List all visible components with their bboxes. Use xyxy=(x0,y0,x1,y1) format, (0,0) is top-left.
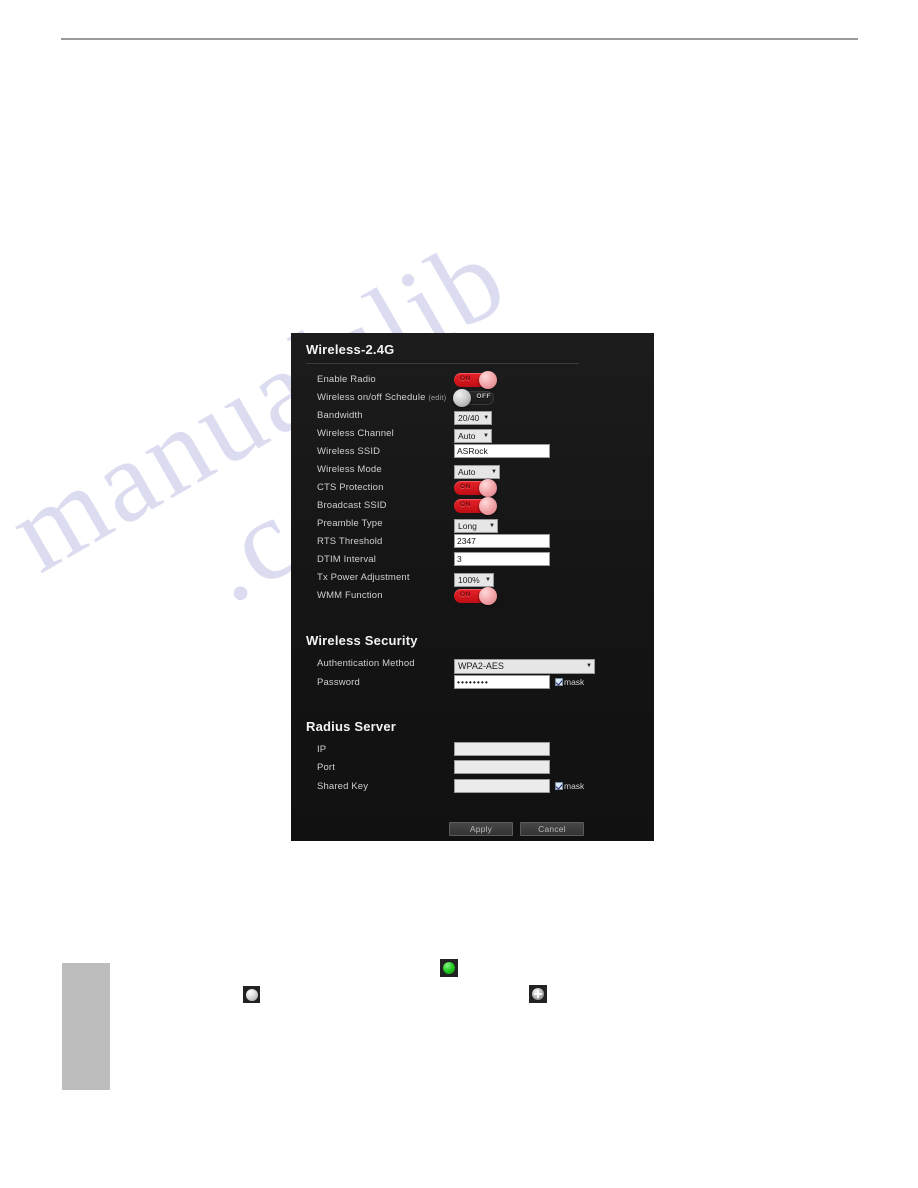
row-radius-port: Port xyxy=(291,760,654,780)
input-radius-port[interactable] xyxy=(454,760,550,774)
select-preamble-type-value: Long xyxy=(458,521,477,531)
password-mask-toggle[interactable]: mask xyxy=(555,677,584,687)
select-bandwidth-value: 20/40 xyxy=(458,413,480,423)
toggle-state-label: ON xyxy=(460,375,471,382)
password-mask-label: mask xyxy=(564,677,585,687)
panel-title: Wireless-2.4G xyxy=(306,342,395,357)
label-broadcast-ssid: Broadcast SSID xyxy=(317,500,387,511)
toggle-wireless-schedule[interactable]: OFF xyxy=(453,389,496,407)
input-rts-threshold[interactable]: 2347 xyxy=(454,534,550,548)
input-wireless-ssid[interactable]: ASRock xyxy=(454,444,550,458)
label-password: Password xyxy=(317,677,360,688)
page-header-rule xyxy=(61,38,858,40)
chevron-down-icon: ▼ xyxy=(586,663,592,669)
toggle-cts-protection[interactable]: ON xyxy=(454,479,497,497)
label-preamble-type: Preamble Type xyxy=(317,518,383,529)
cancel-button[interactable]: Cancel xyxy=(520,822,584,836)
label-wireless-schedule: Wireless on/off Schedule (edit) xyxy=(317,392,446,403)
label-radius-port: Port xyxy=(317,762,336,773)
chevron-down-icon: ▼ xyxy=(483,415,490,421)
wireless-security-title: Wireless Security xyxy=(306,633,418,648)
wireless-settings-panel: Wireless-2.4G Enable Radio ON Wireless o… xyxy=(291,333,654,841)
label-wireless-ssid: Wireless SSID xyxy=(317,446,381,457)
row-wmm-function: WMM Function ON xyxy=(291,587,654,608)
select-authentication-method[interactable]: WPA2-AES ▼ xyxy=(454,656,595,674)
toggle-state-label: OFF xyxy=(476,393,491,400)
green-status-dot-icon xyxy=(440,959,458,977)
row-radius-shared-key: Shared Key mask xyxy=(291,779,654,799)
toggle-broadcast-ssid[interactable]: ON xyxy=(454,497,497,515)
input-dtim-interval-wrap: 3 xyxy=(454,552,550,566)
chevron-down-icon: ▼ xyxy=(489,523,495,529)
label-cts-protection: CTS Protection xyxy=(317,482,384,493)
select-bandwidth[interactable]: 20/40 ▼ xyxy=(454,408,492,426)
select-preamble-type[interactable]: Long ▼ xyxy=(454,516,498,534)
toggle-state-label: ON xyxy=(460,501,471,508)
select-wireless-channel-value: Auto xyxy=(458,431,476,441)
label-wireless-schedule-text: Wireless on/off Schedule xyxy=(317,392,426,403)
label-tx-power-adjustment: Tx Power Adjustment xyxy=(317,572,410,583)
plus-circle-glyph xyxy=(532,988,544,1000)
label-rts-threshold: RTS Threshold xyxy=(317,536,383,547)
green-dot-glyph xyxy=(443,962,455,974)
toggle-knob xyxy=(479,587,497,605)
select-tx-power-adjustment[interactable]: 100% ▼ xyxy=(454,570,494,588)
select-tx-power-adjustment-value: 100% xyxy=(458,575,480,585)
input-password-wrap: •••••••• xyxy=(454,675,550,689)
silver-dot-icon xyxy=(243,986,260,1003)
toggle-knob xyxy=(479,479,497,497)
input-radius-shared-key[interactable] xyxy=(454,779,550,793)
radius-server-title: Radius Server xyxy=(306,719,397,734)
input-radius-ip-wrap xyxy=(454,742,550,756)
shared-key-mask-label: mask xyxy=(564,781,585,791)
label-radius-shared-key: Shared Key xyxy=(317,781,369,792)
row-password: Password •••••••• mask xyxy=(291,675,654,695)
toggle-state-label: ON xyxy=(460,591,471,598)
input-wireless-ssid-wrap: ASRock xyxy=(454,444,550,458)
toggle-knob xyxy=(479,497,497,515)
input-radius-ip[interactable] xyxy=(454,742,550,756)
checkbox-icon[interactable] xyxy=(555,678,563,686)
page-side-tab xyxy=(62,963,110,1090)
toggle-knob xyxy=(479,371,497,389)
select-authentication-method-value: WPA2-AES xyxy=(458,661,504,671)
checkbox-icon[interactable] xyxy=(555,782,563,790)
label-radius-ip: IP xyxy=(317,744,327,755)
shared-key-mask-toggle[interactable]: mask xyxy=(555,781,584,791)
label-wmm-function: WMM Function xyxy=(317,590,383,601)
chevron-down-icon: ▼ xyxy=(485,577,491,583)
toggle-enable-radio[interactable]: ON xyxy=(454,371,497,389)
apply-button[interactable]: Apply xyxy=(449,822,513,836)
select-wireless-channel[interactable]: Auto ▼ xyxy=(454,426,492,444)
schedule-edit-link[interactable]: (edit) xyxy=(428,393,446,402)
chevron-down-icon: ▼ xyxy=(483,433,489,439)
select-wireless-mode[interactable]: Auto ▼ xyxy=(454,462,500,480)
label-enable-radio: Enable Radio xyxy=(317,374,376,385)
label-wireless-mode: Wireless Mode xyxy=(317,464,382,475)
chevron-down-icon: ▼ xyxy=(491,469,497,475)
label-wireless-channel: Wireless Channel xyxy=(317,428,394,439)
input-dtim-interval[interactable]: 3 xyxy=(454,552,550,566)
plus-circle-icon xyxy=(529,985,547,1003)
label-bandwidth: Bandwidth xyxy=(317,410,363,421)
select-wireless-mode-value: Auto xyxy=(458,467,476,477)
input-radius-port-wrap xyxy=(454,760,550,774)
toggle-state-label: ON xyxy=(460,483,471,490)
input-password[interactable]: •••••••• xyxy=(454,675,550,689)
toggle-wmm-function[interactable]: ON xyxy=(454,587,497,605)
silver-dot-glyph xyxy=(245,988,258,1001)
label-authentication-method: Authentication Method xyxy=(317,658,415,669)
panel-title-divider xyxy=(306,363,579,364)
toggle-knob xyxy=(453,389,471,407)
input-radius-shared-key-wrap xyxy=(454,779,550,793)
label-dtim-interval: DTIM Interval xyxy=(317,554,376,565)
row-authentication-method: Authentication Method WPA2-AES ▼ xyxy=(291,658,654,676)
input-rts-threshold-wrap: 2347 xyxy=(454,534,550,548)
